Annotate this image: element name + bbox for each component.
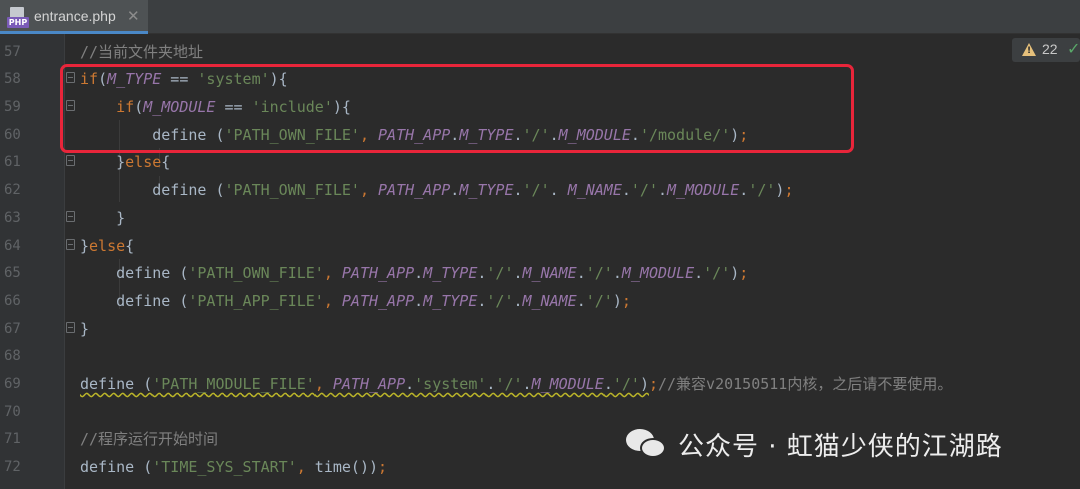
tab-entrance-php[interactable]: PHP entrance.php ✕ bbox=[0, 0, 148, 34]
line-number: 68 bbox=[4, 348, 21, 364]
warning-triangle-icon: ! bbox=[1022, 43, 1036, 56]
code-line[interactable]: define ('PATH_APP_FILE', PATH_APP.M_TYPE… bbox=[80, 291, 631, 311]
check-icon: ✓ bbox=[1067, 39, 1080, 58]
line-number: 58 bbox=[4, 71, 21, 87]
line-number-gutter: 57 58 59 60 61 62 63 64 65 66 67 68 69 7… bbox=[0, 34, 64, 489]
code-line[interactable]: define ('PATH_OWN_FILE', PATH_APP.M_TYPE… bbox=[80, 263, 748, 283]
line-number: 72 bbox=[4, 459, 21, 475]
file-type-badge: PHP bbox=[7, 17, 29, 28]
watermark-text: 公众号 · 虹猫少侠的江湖路 bbox=[678, 431, 1003, 462]
line-number: 64 bbox=[4, 238, 21, 254]
code-line[interactable]: define ('PATH_MODULE_FILE', PATH_APP.'sy… bbox=[80, 374, 952, 394]
line-number: 57 bbox=[4, 44, 21, 60]
warning-count: 22 bbox=[1042, 41, 1058, 57]
line-number: 62 bbox=[4, 182, 21, 198]
line-number: 61 bbox=[4, 154, 21, 170]
close-icon[interactable]: ✕ bbox=[127, 7, 140, 25]
code-line[interactable]: }else{ bbox=[80, 152, 170, 172]
code-line[interactable]: } bbox=[80, 319, 89, 339]
highlight-box bbox=[60, 64, 854, 153]
code-line[interactable]: //当前文件夹地址 bbox=[80, 42, 203, 62]
tab-title: entrance.php bbox=[34, 8, 116, 24]
line-number: 59 bbox=[4, 99, 21, 115]
fold-marker-icon[interactable] bbox=[66, 322, 75, 333]
inspection-widget[interactable]: ! 22 ✓ bbox=[1012, 38, 1080, 62]
fold-marker-icon[interactable] bbox=[66, 211, 75, 222]
fold-marker-icon[interactable] bbox=[66, 155, 75, 166]
code-line[interactable]: define ('TIME_SYS_START', time()); bbox=[80, 457, 387, 477]
line-number: 63 bbox=[4, 210, 21, 226]
wechat-icon bbox=[626, 427, 670, 461]
line-number: 65 bbox=[4, 265, 21, 281]
line-number: 66 bbox=[4, 293, 21, 309]
code-editor[interactable]: 57 58 59 60 61 62 63 64 65 66 67 68 69 7… bbox=[0, 34, 1080, 489]
editor-tab-bar: PHP entrance.php ✕ bbox=[0, 0, 1080, 34]
code-line[interactable]: }else{ bbox=[80, 236, 134, 256]
line-number: 71 bbox=[4, 431, 21, 447]
php-file-icon: PHP bbox=[7, 7, 29, 28]
line-number: 67 bbox=[4, 321, 21, 337]
fold-marker-icon[interactable] bbox=[66, 239, 75, 250]
line-number: 70 bbox=[4, 404, 21, 420]
code-line[interactable]: //程序运行开始时间 bbox=[80, 429, 218, 449]
watermark: 公众号 · 虹猫少侠的江湖路 bbox=[626, 424, 1003, 464]
code-line[interactable]: } bbox=[80, 208, 125, 228]
code-line[interactable]: define ('PATH_OWN_FILE', PATH_APP.M_TYPE… bbox=[80, 180, 793, 200]
line-number: 60 bbox=[4, 127, 21, 143]
line-number: 69 bbox=[4, 376, 21, 392]
